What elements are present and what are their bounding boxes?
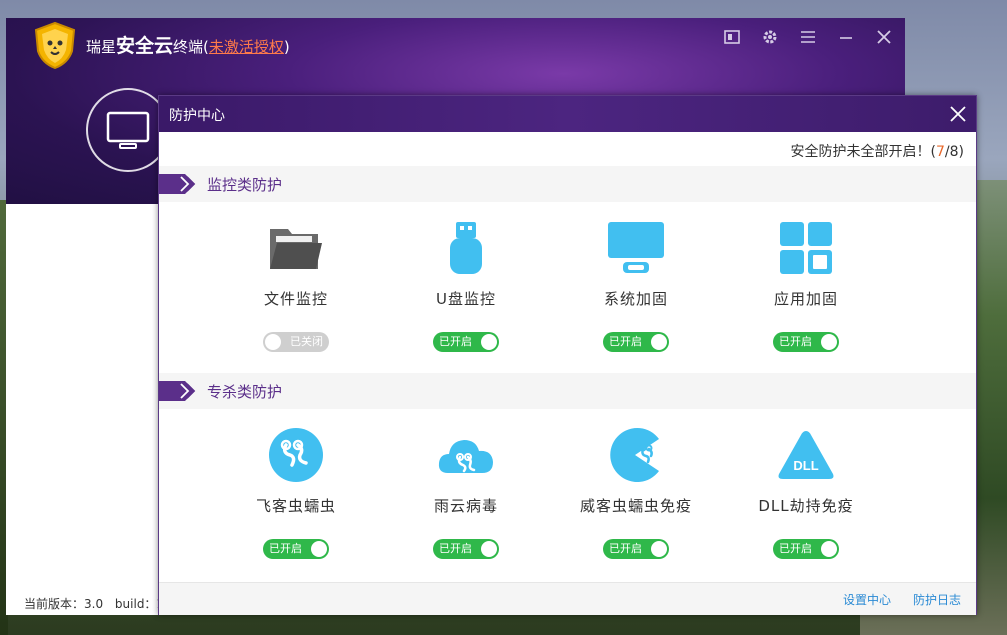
protection-label: U盘监控	[436, 290, 496, 308]
protection-item-conficker-worm: 飞客虫蠕虫 已开启	[211, 409, 381, 580]
window-controls	[721, 26, 895, 48]
protection-item-system-hardening: 系统加固 已开启	[551, 202, 721, 373]
protection-label: 文件监控	[263, 290, 328, 308]
app-title-suffix: 终端	[173, 38, 204, 56]
protection-item-dll-hijack-immunity: DLL DLL劫持免疫 已开启	[721, 409, 891, 580]
protection-toggle[interactable]: 已关闭	[263, 332, 329, 352]
section-body: 文件监控 已关闭 U盘监控 已开启 系统加固 已开启 应用加固 已开启	[159, 202, 976, 373]
toggle-knob	[821, 541, 837, 557]
dialog-close-icon[interactable]	[946, 102, 970, 126]
app-grid-icon	[776, 220, 836, 276]
toggle-state-text: 已开启	[269, 542, 302, 555]
protection-toggle[interactable]: 已开启	[773, 332, 839, 352]
protection-toggle[interactable]: 已开启	[433, 332, 499, 352]
svg-text:DLL: DLL	[793, 458, 818, 473]
unactivated-license-link[interactable]: 未激活授权	[209, 38, 284, 56]
toggle-state-text: 已关闭	[290, 335, 323, 348]
section-body: 飞客虫蠕虫 已开启 雨云病毒 已开启 威客虫蠕虫免疫 已开启 DLL DLL劫持…	[159, 409, 976, 580]
toggle-knob	[481, 334, 497, 350]
protection-item-rain-cloud-virus: 雨云病毒 已开启	[381, 409, 551, 580]
monitor-icon	[606, 220, 666, 276]
protection-log-link[interactable]: 防护日志	[913, 591, 961, 608]
monitoring-section: 监控类防护 文件监控 已关闭 U盘监控 已开启 系统加固 已开启 应用加固 已开…	[159, 166, 976, 373]
section-arrow-icon	[159, 174, 196, 194]
section-header: 监控类防护	[159, 172, 282, 196]
protection-item-usb-monitor: U盘监控 已开启	[381, 202, 551, 373]
app-title: 瑞星安全云终端(未激活授权)	[86, 31, 290, 58]
version-label: 当前版本：3.0	[24, 597, 104, 611]
skin-icon[interactable]	[721, 26, 743, 48]
protection-label: DLL劫持免疫	[758, 497, 854, 515]
toggle-knob	[651, 541, 667, 557]
usb-icon	[436, 220, 496, 276]
lion-logo-icon	[30, 21, 80, 70]
protection-toggle[interactable]: 已开启	[433, 539, 499, 559]
toggle-knob	[821, 334, 837, 350]
section-header: 专杀类防护	[159, 379, 282, 403]
protection-toggle[interactable]: 已开启	[603, 539, 669, 559]
paren-close: )	[283, 38, 290, 56]
menu-icon[interactable]	[797, 26, 819, 48]
toggle-knob	[265, 334, 281, 350]
status-prefix: 安全防护未全部开启！(	[790, 144, 936, 160]
protection-label: 雨云病毒	[433, 497, 498, 515]
status-enabled-count: 7	[935, 144, 945, 160]
pacman-worm-icon	[606, 427, 666, 483]
protection-item-worm-immunity: 威客虫蠕虫免疫 已开启	[551, 409, 721, 580]
section-arrow-icon	[159, 381, 196, 401]
folder-icon	[266, 220, 326, 276]
protection-center-dialog: 防护中心 安全防护未全部开启！(7/8) 监控类防护 文件监控 已关闭 U盘监控…	[158, 95, 977, 615]
section-title: 监控类防护	[207, 175, 283, 194]
dll-triangle-icon: DLL	[776, 427, 836, 483]
protection-toggle[interactable]: 已开启	[603, 332, 669, 352]
section-title: 专杀类防护	[207, 382, 283, 401]
build-label: build：1	[114, 597, 165, 611]
protection-status-text: 安全防护未全部开启！(7/8)	[791, 141, 964, 161]
protection-label: 威客虫蠕虫免疫	[579, 497, 692, 515]
settings-center-link[interactable]: 设置中心	[843, 591, 891, 608]
protection-toggle[interactable]: 已开启	[263, 539, 329, 559]
version-info: 当前版本：3.0 build：1	[24, 595, 164, 612]
toggle-state-text: 已开启	[439, 335, 472, 348]
protection-item-app-hardening: 应用加固 已开启	[721, 202, 891, 373]
app-title-prefix: 瑞星	[86, 38, 117, 56]
dialog-footer: 设置中心 防护日志	[159, 582, 976, 615]
toggle-knob	[311, 541, 327, 557]
gear-icon[interactable]	[759, 26, 781, 48]
toggle-knob	[651, 334, 667, 350]
minimize-icon[interactable]	[835, 26, 857, 48]
dialog-titlebar[interactable]: 防护中心	[159, 96, 976, 132]
dialog-title: 防护中心	[169, 108, 225, 124]
terminal-monitor-icon	[106, 111, 150, 149]
protection-label: 系统加固	[603, 290, 668, 308]
close-icon[interactable]	[873, 26, 895, 48]
status-total: /8)	[944, 144, 964, 160]
toggle-state-text: 已开启	[609, 542, 642, 555]
toggle-knob	[481, 541, 497, 557]
app-title-main: 安全云	[116, 35, 174, 57]
cloud-worm-icon	[436, 427, 496, 483]
toggle-state-text: 已开启	[779, 335, 812, 348]
toggle-state-text: 已开启	[779, 542, 812, 555]
worm-icon	[266, 427, 326, 483]
protection-label: 飞客虫蠕虫	[255, 497, 336, 515]
toggle-state-text: 已开启	[439, 542, 472, 555]
toggle-state-text: 已开启	[609, 335, 642, 348]
targeted-kill-section: 专杀类防护 飞客虫蠕虫 已开启 雨云病毒 已开启 威客虫蠕虫免疫 已开启 DLL…	[159, 373, 976, 580]
protection-toggle[interactable]: 已开启	[773, 539, 839, 559]
protection-item-file-monitor: 文件监控 已关闭	[211, 202, 381, 373]
protection-label: 应用加固	[773, 290, 838, 308]
